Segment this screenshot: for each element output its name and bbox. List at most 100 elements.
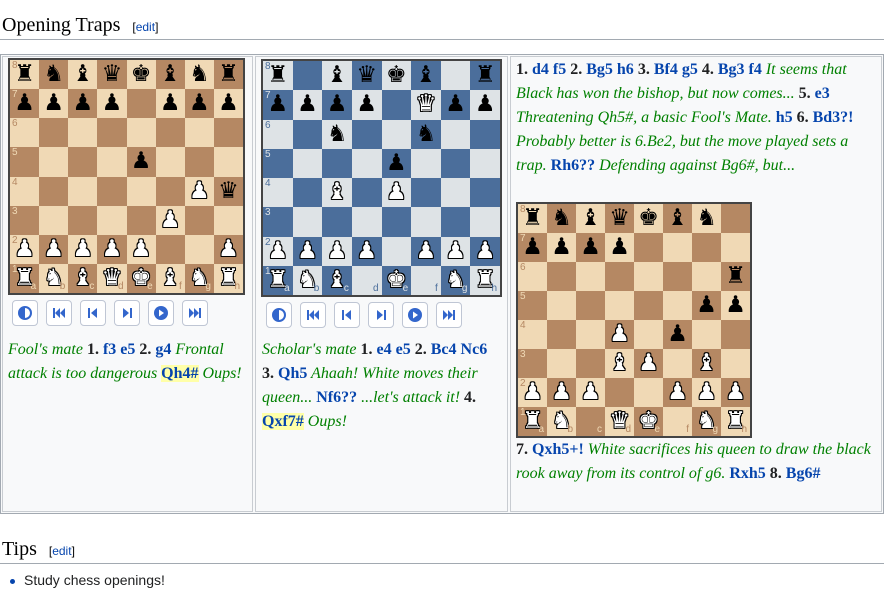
square-d8[interactable]: ♛	[351, 61, 382, 91]
square-e5[interactable]: ♟	[126, 147, 156, 177]
black-rook-icon[interactable]: ♜	[218, 63, 239, 86]
square-h8[interactable]	[721, 204, 750, 233]
black-queen-icon[interactable]: ♛	[218, 179, 239, 203]
square-e1[interactable]: e ♚	[126, 263, 156, 293]
move-link[interactable]: e5	[396, 341, 411, 358]
square-d5[interactable]	[605, 291, 634, 320]
move-link[interactable]: Qh4#	[161, 365, 199, 382]
black-knight-icon[interactable]: ♞	[696, 207, 717, 230]
square-e3[interactable]	[381, 207, 412, 237]
move-link[interactable]: d4	[532, 61, 549, 78]
square-c4[interactable]	[576, 320, 605, 349]
black-pawn-icon[interactable]: ♟	[580, 236, 601, 259]
square-c6[interactable]: ♞	[322, 119, 352, 149]
black-pawn-icon[interactable]: ♟	[102, 92, 123, 115]
black-pawn-icon[interactable]: ♟	[327, 93, 348, 116]
square-a6[interactable]: 6	[263, 119, 293, 149]
square-c8[interactable]: ♝	[68, 60, 98, 90]
square-f4[interactable]	[155, 176, 185, 206]
black-pawn-icon[interactable]: ♟	[609, 236, 630, 259]
square-d8[interactable]: ♛	[97, 60, 127, 90]
square-a2[interactable]: 2 ♟	[10, 234, 40, 264]
white-pawn-icon[interactable]: ♟	[131, 237, 152, 261]
square-c4[interactable]: ♝	[322, 178, 352, 208]
white-pawn-icon[interactable]: ♟	[696, 381, 717, 404]
square-f3[interactable]: ♟	[155, 205, 185, 235]
square-g8[interactable]	[440, 61, 471, 91]
square-h2[interactable]: ♟	[470, 236, 500, 266]
square-f5[interactable]	[155, 147, 185, 177]
square-a4[interactable]: 4	[518, 320, 547, 349]
square-h5[interactable]	[470, 148, 500, 178]
square-d7[interactable]: ♟	[605, 233, 634, 262]
black-pawn-icon[interactable]: ♟	[131, 150, 152, 173]
square-e2[interactable]: ♟	[126, 234, 156, 264]
square-g8[interactable]: ♞	[184, 60, 214, 90]
square-b7[interactable]: ♟	[39, 89, 69, 119]
square-b1[interactable]: b ♞	[547, 407, 576, 436]
square-a2[interactable]: 2 ♟	[263, 236, 293, 266]
square-e6[interactable]	[126, 118, 156, 148]
black-knight-icon[interactable]: ♞	[189, 63, 210, 86]
square-e4[interactable]	[126, 176, 156, 206]
black-pawn-icon[interactable]: ♟	[73, 92, 94, 115]
square-c7[interactable]: ♟	[576, 233, 605, 262]
square-b8[interactable]: ♞	[39, 60, 69, 90]
white-pawn-icon[interactable]: ♟	[638, 352, 659, 375]
white-pawn-icon[interactable]: ♟	[218, 237, 239, 261]
white-pawn-icon[interactable]: ♟	[160, 208, 181, 232]
scholars-mate-board[interactable]: 8 ♜ ♝ ♛ ♚ ♝ ♜ 7 ♟ ♟ ♟ ♟ ♛ ♟ ♟ 6 ♞ ♞ 5 ♟ 4 ♝ ♟ 3 2 ♟ ♟ ♟ ♟ ♟ ♟ ♟ 1 a ♜ b ♞ c ♝ d…	[261, 59, 502, 297]
square-e2[interactable]	[381, 236, 412, 266]
square-g2[interactable]: ♟	[692, 378, 721, 407]
square-c3[interactable]	[576, 349, 605, 378]
move-link[interactable]: h6	[617, 61, 634, 78]
square-c5[interactable]	[68, 147, 98, 177]
square-b6[interactable]	[292, 119, 323, 149]
black-knight-icon[interactable]: ♞	[416, 122, 437, 146]
square-e8[interactable]: ♚	[634, 204, 663, 233]
square-a4[interactable]: 4	[10, 176, 40, 206]
square-c6[interactable]	[68, 118, 98, 148]
square-c7[interactable]: ♟	[68, 89, 98, 119]
black-queen-icon[interactable]: ♛	[102, 63, 123, 86]
white-pawn-icon[interactable]: ♟	[416, 239, 437, 263]
square-h3[interactable]	[721, 349, 750, 378]
square-a1[interactable]: 1 a ♜	[263, 265, 293, 295]
square-g1[interactable]: g ♞	[692, 407, 721, 436]
square-e7[interactable]	[381, 90, 412, 120]
square-h1[interactable]: h ♜	[213, 263, 243, 293]
square-f8[interactable]: ♝	[155, 60, 185, 90]
square-h4[interactable]: ♛	[213, 176, 243, 206]
white-bishop-icon[interactable]: ♝	[327, 181, 348, 204]
square-a5[interactable]: 5	[518, 291, 547, 320]
square-d4[interactable]	[97, 176, 127, 206]
square-d2[interactable]	[605, 378, 634, 407]
move-link[interactable]: Bc4	[431, 341, 457, 358]
square-f8[interactable]: ♝	[411, 61, 441, 91]
square-c2[interactable]: ♟	[576, 378, 605, 407]
square-e3[interactable]	[126, 205, 156, 235]
square-b2[interactable]: ♟	[292, 236, 323, 266]
square-b5[interactable]	[292, 148, 323, 178]
square-c3[interactable]	[68, 205, 98, 235]
first-move-button[interactable]	[46, 300, 72, 326]
move-link[interactable]: f4	[748, 61, 761, 78]
square-d2[interactable]: ♟	[97, 234, 127, 264]
edit-link[interactable]: edit	[136, 20, 155, 34]
square-g3[interactable]	[440, 207, 471, 237]
move-link[interactable]: Bd3?!	[813, 109, 854, 126]
square-h7[interactable]	[721, 233, 750, 262]
white-pawn-icon[interactable]: ♟	[73, 237, 94, 261]
white-pawn-icon[interactable]: ♟	[667, 381, 688, 404]
square-b3[interactable]	[292, 207, 323, 237]
white-pawn-icon[interactable]: ♟	[102, 237, 123, 261]
square-e8[interactable]: ♚	[126, 60, 156, 90]
edit-link[interactable]: edit	[52, 544, 71, 558]
square-g3[interactable]	[184, 205, 214, 235]
white-pawn-icon[interactable]: ♟	[475, 239, 496, 263]
square-e6[interactable]	[634, 262, 663, 291]
square-g1[interactable]: g ♞	[184, 263, 214, 293]
black-bishop-icon[interactable]: ♝	[73, 63, 94, 86]
flip-board-button[interactable]	[266, 302, 292, 328]
move-link[interactable]: f3	[103, 341, 116, 358]
